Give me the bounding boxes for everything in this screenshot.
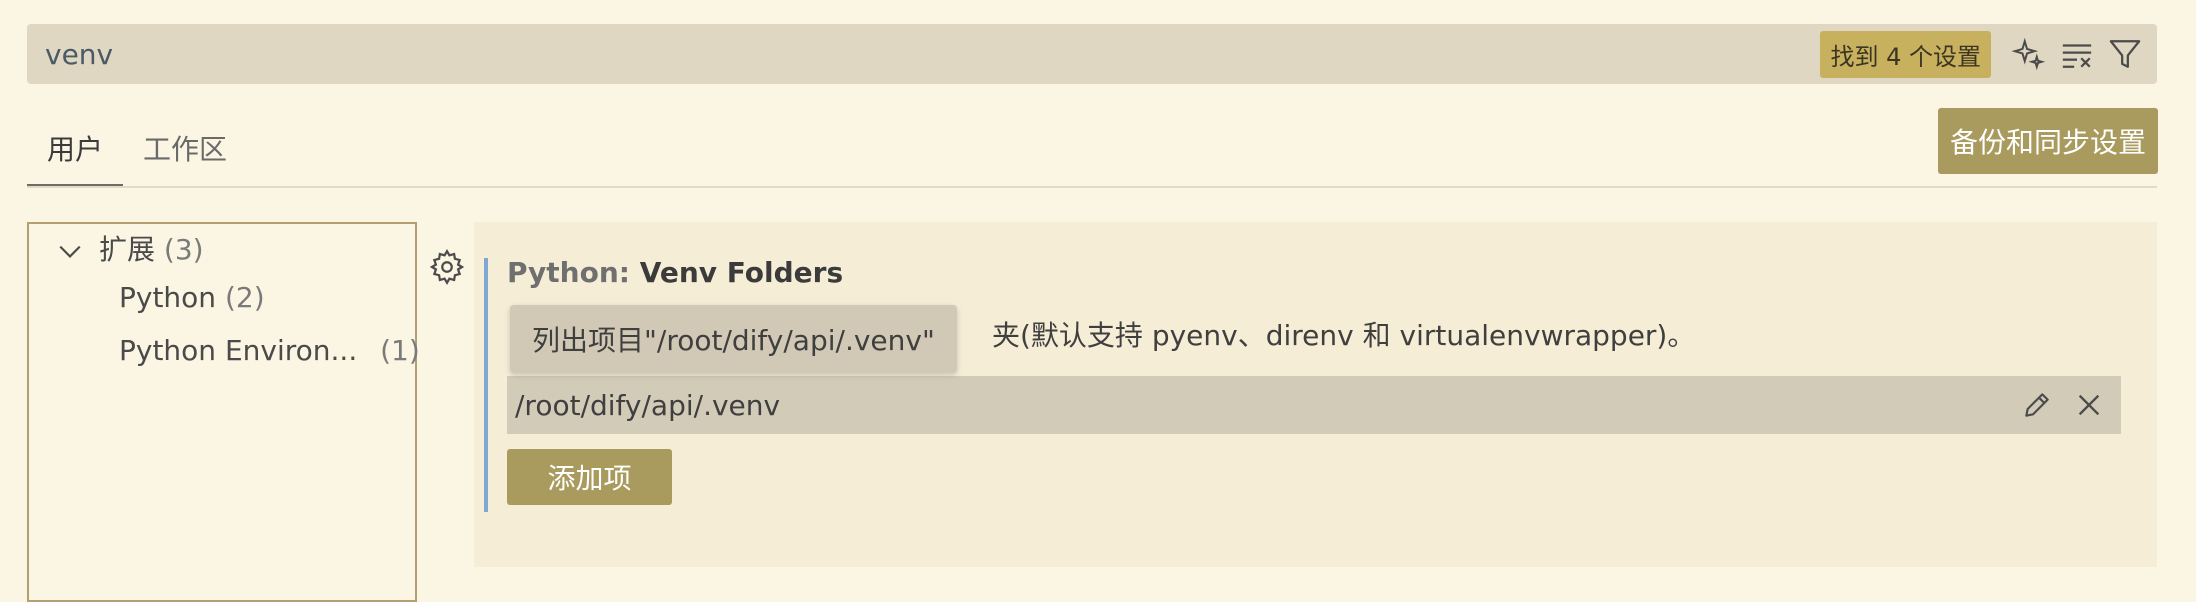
settings-scope-tabs: 用户 工作区 — [27, 118, 247, 187]
add-item-button[interactable]: 添加项 — [507, 449, 672, 505]
toc-group-extensions[interactable]: 扩展 (3) — [99, 228, 204, 268]
setting-title: Python: Venv Folders — [507, 256, 843, 289]
tabs-divider — [27, 186, 2157, 188]
settings-search-bar: 找到 4 个设置 — [27, 24, 2157, 84]
toc-item-python[interactable]: Python (2) — [119, 281, 265, 314]
backup-sync-settings-button[interactable]: 备份和同步设置 — [1937, 108, 2158, 174]
gear-icon[interactable] — [428, 248, 466, 286]
toc-item-label: Python Environ... — [119, 334, 358, 367]
tab-workspace[interactable]: 工作区 — [123, 118, 247, 187]
close-icon[interactable] — [2063, 379, 2115, 431]
clear-filter-icon[interactable] — [2053, 30, 2101, 78]
toc-item-count: (1) — [380, 334, 420, 367]
toc-item-label: Python — [119, 281, 217, 314]
toc-item-count: (2) — [224, 281, 265, 314]
sparkle-icon[interactable] — [2005, 30, 2053, 78]
settings-search-input[interactable] — [27, 24, 1821, 84]
edit-icon[interactable] — [2011, 379, 2063, 431]
search-result-count-badge: 找到 4 个设置 — [1820, 30, 1991, 78]
toc-group-label: 扩展 — [99, 233, 156, 266]
chevron-down-icon[interactable] — [57, 238, 83, 264]
toc-item-python-environments[interactable]: Python Environ... (1) — [119, 334, 420, 367]
toc-group-count: (3) — [163, 233, 204, 266]
filter-icon[interactable] — [2101, 30, 2149, 78]
list-item-value: /root/dify/api/.venv — [515, 388, 781, 422]
list-item[interactable]: /root/dify/api/.venv — [507, 376, 2121, 434]
setting-name: Venv Folders — [639, 256, 844, 289]
setting-focus-indicator — [484, 258, 488, 512]
list-item-tooltip: 列出项目"/root/dify/api/.venv" — [510, 305, 957, 373]
setting-category: Python: — [507, 256, 640, 289]
tab-user[interactable]: 用户 — [27, 118, 124, 187]
setting-description-text: 夹(默认支持 pyenv、direnv 和 virtualenvwrapper)… — [992, 319, 1696, 352]
settings-toc: 扩展 (3) Python (2) Python Environ... (1) — [27, 222, 420, 602]
